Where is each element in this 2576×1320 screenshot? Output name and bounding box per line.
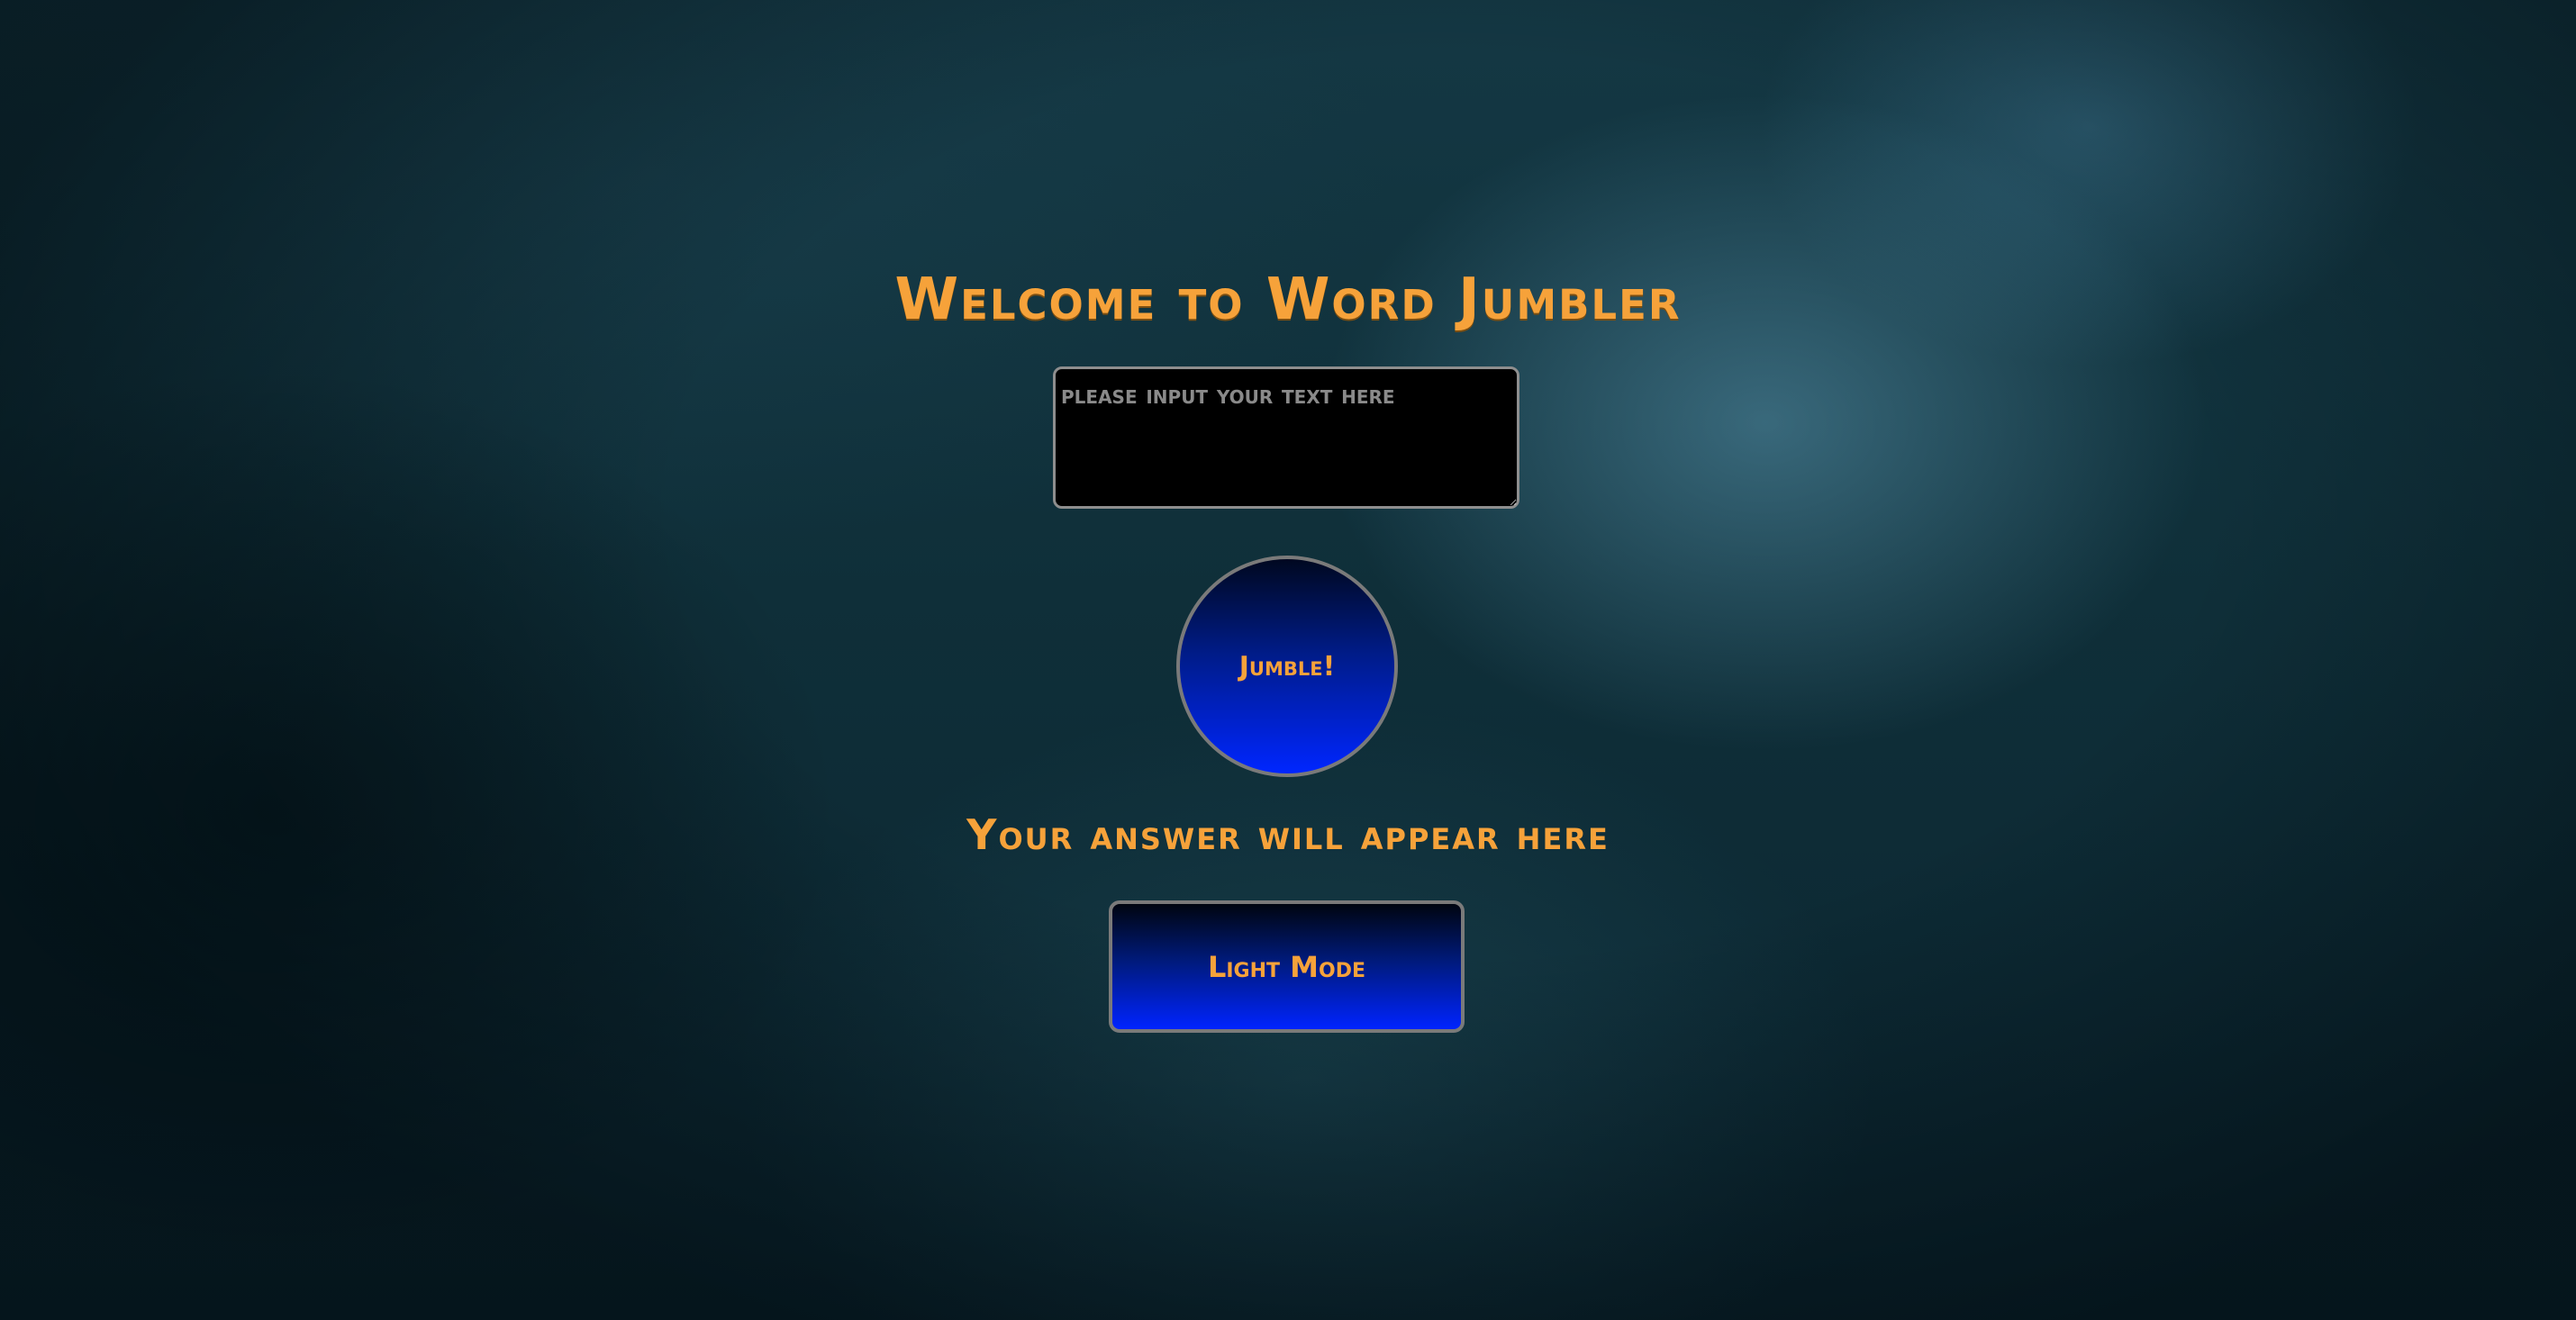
light-mode-button-label: Light Mode bbox=[1207, 949, 1366, 984]
text-input[interactable] bbox=[1053, 366, 1519, 509]
answer-output: Your answer will appear here bbox=[966, 810, 1610, 859]
jumble-button[interactable]: Jumble! bbox=[1176, 556, 1398, 777]
page-background: { "page": { "title": "Welcome to Word Ju… bbox=[0, 0, 2576, 1320]
jumble-button-label: Jumble! bbox=[1238, 650, 1336, 683]
page-title: Welcome to Word Jumbler bbox=[894, 267, 1682, 333]
light-mode-button[interactable]: Light Mode bbox=[1109, 900, 1465, 1033]
